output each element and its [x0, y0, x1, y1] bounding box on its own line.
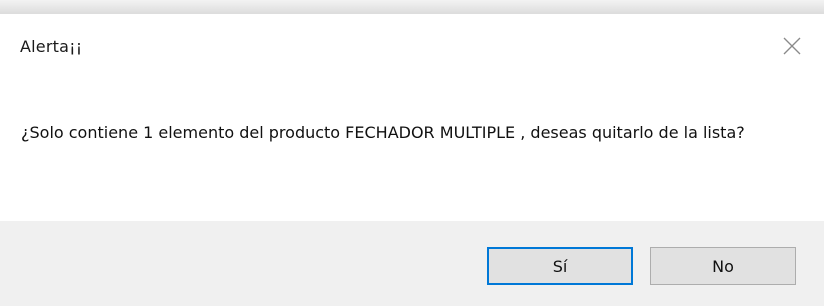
yes-button[interactable]: Sí — [487, 247, 633, 285]
dialog-title: Alerta¡¡ — [20, 37, 83, 56]
dialog-message: ¿Solo contiene 1 elemento del producto F… — [21, 123, 745, 142]
no-button[interactable]: No — [650, 247, 796, 285]
close-icon — [783, 37, 801, 55]
window-top-edge — [0, 0, 824, 14]
alert-dialog: Alerta¡¡ ¿Solo contiene 1 elemento del p… — [0, 0, 824, 306]
close-button[interactable] — [772, 28, 812, 64]
